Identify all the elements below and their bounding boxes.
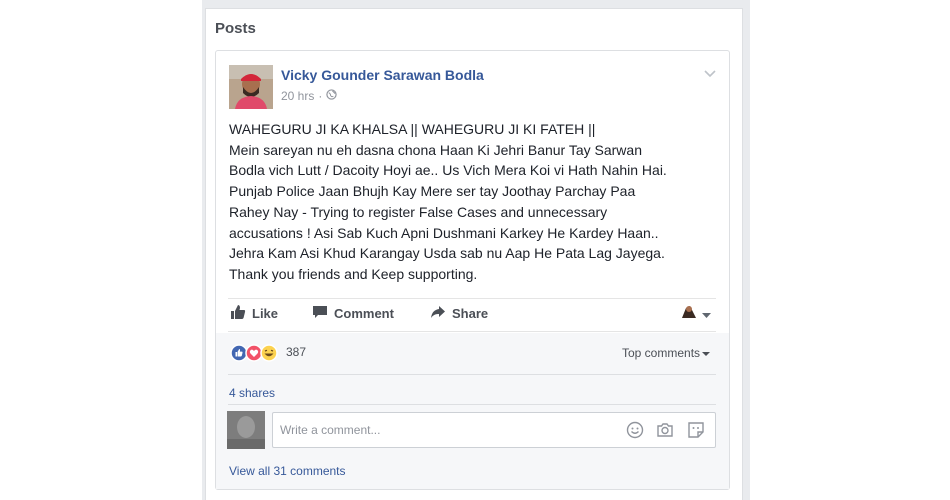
post-text-line: Jehra Kam Asi Khud Karangay Usda sab nu … bbox=[229, 245, 665, 262]
share-button[interactable]: Share bbox=[430, 304, 488, 323]
action-bar: Like Comment Share bbox=[228, 300, 716, 330]
post-text-line: Thank you friends and Keep supporting. bbox=[229, 265, 478, 282]
reaction-count[interactable]: 387 bbox=[286, 345, 306, 359]
post-meta: 20 hrs · bbox=[281, 89, 338, 103]
share-label: Share bbox=[452, 306, 489, 321]
post-text-line: Bodla vich Lutt / Dacoity Hoyi ae.. Us V… bbox=[229, 162, 667, 179]
love-icon bbox=[245, 344, 263, 362]
divider bbox=[228, 374, 716, 375]
top-comments-label: Top comments bbox=[622, 346, 701, 360]
emoji-icon[interactable] bbox=[626, 421, 644, 439]
post-text-line: Rahey Nay - Trying to register False Cas… bbox=[229, 203, 608, 220]
commenter-avatar bbox=[227, 411, 265, 449]
speech-bubble-icon bbox=[312, 304, 328, 323]
shares-link[interactable]: 4 shares bbox=[229, 386, 275, 400]
comment-placeholder: Write a comment... bbox=[280, 423, 381, 437]
reaction-as-selector[interactable] bbox=[680, 304, 711, 325]
page-avatar-icon bbox=[680, 304, 698, 325]
like-button[interactable]: Like bbox=[230, 304, 278, 323]
comment-button[interactable]: Comment bbox=[312, 304, 394, 323]
divider bbox=[228, 331, 716, 332]
divider bbox=[228, 298, 716, 299]
section-title: Posts bbox=[215, 20, 256, 37]
comment-label: Comment bbox=[334, 306, 394, 321]
chevron-down-icon bbox=[702, 306, 711, 324]
chevron-down-icon bbox=[702, 346, 711, 360]
author-name[interactable]: Vicky Gounder Sarawan Bodla bbox=[281, 67, 484, 83]
view-all-comments-link[interactable]: View all 31 comments bbox=[229, 464, 346, 478]
post-options-chevron-icon[interactable] bbox=[703, 66, 717, 80]
meta-separator: · bbox=[318, 89, 323, 103]
camera-icon[interactable] bbox=[656, 421, 674, 439]
post-text-line: accusations ! Asi Sab Kuch Apni Dushmani… bbox=[229, 224, 659, 241]
author-avatar[interactable] bbox=[229, 65, 273, 109]
sticker-icon[interactable] bbox=[687, 421, 705, 439]
post-text-line: Punjab Police Jaan Bhujh Kay Mere ser ta… bbox=[229, 183, 636, 200]
post-text-line: Mein sareyan nu eh dasna chona Haan Ki J… bbox=[229, 141, 642, 158]
share-arrow-icon bbox=[430, 304, 446, 323]
top-comments-dropdown[interactable]: Top comments bbox=[622, 346, 711, 360]
reaction-icons[interactable] bbox=[230, 344, 282, 362]
haha-icon bbox=[260, 344, 278, 362]
thumbs-up-icon bbox=[230, 304, 246, 323]
globe-icon bbox=[326, 89, 338, 103]
post-time[interactable]: 20 hrs bbox=[281, 89, 314, 103]
post-text: WAHEGURU JI KA KHALSA || WAHEGURU JI KI … bbox=[229, 119, 719, 285]
post-text-line: WAHEGURU JI KA KHALSA || WAHEGURU JI KI … bbox=[229, 121, 596, 137]
like-icon bbox=[230, 344, 248, 362]
divider bbox=[228, 404, 716, 405]
like-label: Like bbox=[252, 306, 279, 321]
